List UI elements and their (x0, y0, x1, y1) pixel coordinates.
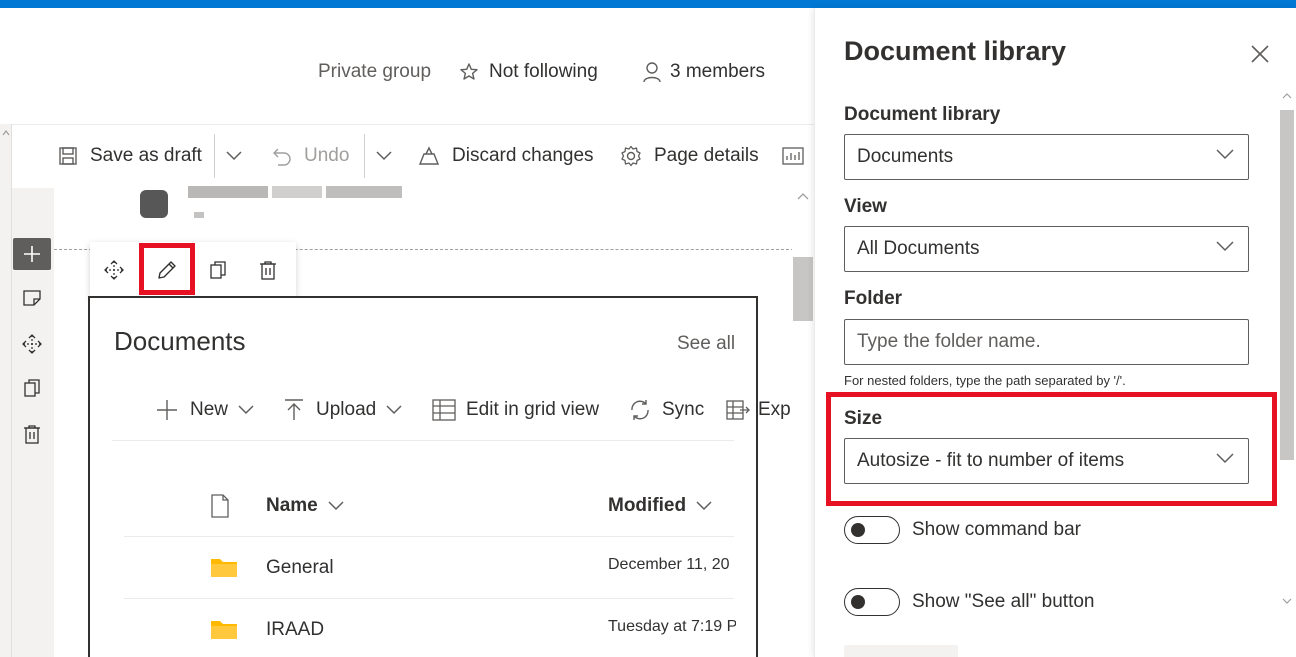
discard-icon (418, 146, 440, 166)
row-divider (124, 536, 734, 537)
group-privacy-label: Private group (318, 61, 432, 82)
view-dropdown[interactable]: All Documents (844, 226, 1249, 272)
duplicate-webpart-button[interactable] (204, 256, 232, 284)
toggle-switch[interactable] (844, 516, 900, 544)
name-column-header[interactable]: Name (266, 492, 344, 520)
table-row-name[interactable]: General (266, 557, 334, 579)
edit-grid-view-button[interactable]: Edit in grid view (432, 396, 599, 424)
close-pane-button[interactable] (1246, 40, 1274, 68)
new-button[interactable]: New (156, 396, 254, 424)
toolbar-divider (364, 134, 365, 178)
save-icon (58, 146, 78, 166)
person-icon (642, 61, 662, 83)
toolbar-divider (214, 134, 215, 178)
undo-button[interactable]: Undo (272, 142, 349, 170)
export-button[interactable]: Exp (726, 396, 792, 424)
file-icon (210, 494, 230, 518)
move-webpart-button[interactable] (100, 256, 128, 284)
trash-icon (23, 424, 41, 444)
library-field-label: Document library (844, 104, 1001, 125)
members-button[interactable]: 3 members (642, 58, 765, 86)
pane-title: Document library (844, 36, 1067, 66)
chevron-up-icon[interactable] (0, 130, 12, 144)
members-label: 3 members (670, 61, 766, 82)
upload-button[interactable]: Upload (284, 396, 402, 424)
command-bar-divider (112, 440, 734, 441)
webpart-title: Documents (114, 326, 246, 356)
author-byline (140, 182, 410, 222)
view-field-label: View (844, 196, 887, 217)
follow-button[interactable]: Not following (459, 58, 598, 86)
toggle-knob (851, 523, 865, 537)
add-section-button[interactable] (13, 238, 51, 270)
command-bar-toggle[interactable]: Show command bar (844, 514, 1081, 546)
suite-bar (0, 0, 1296, 8)
file-type-column-header[interactable] (210, 492, 230, 520)
canvas-scrollbar-thumb[interactable] (793, 257, 813, 321)
edit-section-icon (22, 288, 42, 308)
size-field-highlight (826, 392, 1277, 506)
undo-options-dropdown[interactable] (376, 142, 392, 170)
folder-input[interactable] (844, 319, 1249, 365)
move-icon (104, 260, 124, 280)
sync-icon (628, 399, 652, 421)
trash-icon (259, 260, 277, 280)
chevron-down-icon (1216, 241, 1234, 252)
plus-icon (156, 399, 178, 421)
delete-section-button[interactable] (18, 420, 46, 448)
see-all-toggle[interactable]: Show "See all" button (844, 586, 1095, 618)
star-icon (459, 62, 479, 82)
page-details-button[interactable]: Page details (620, 142, 759, 170)
delete-webpart-button[interactable] (254, 256, 282, 284)
table-row-name[interactable]: IRAAD (266, 619, 324, 641)
sync-button[interactable]: Sync (628, 396, 704, 424)
chevron-down-icon (376, 151, 392, 161)
discard-changes-button[interactable]: Discard changes (418, 142, 594, 170)
gear-icon (620, 145, 642, 167)
modified-column-header[interactable]: Modified (608, 492, 712, 520)
chevron-down-icon (696, 501, 712, 511)
copy-icon (209, 260, 227, 280)
pane-apply-button[interactable] (844, 645, 958, 657)
folder-icon (210, 556, 238, 578)
chevron-down-icon (328, 501, 344, 511)
edit-button-highlight (139, 243, 195, 295)
export-icon (726, 400, 750, 420)
toggle-knob (851, 595, 865, 609)
upload-icon (284, 399, 304, 421)
chevron-down-icon (226, 151, 242, 161)
folder-field-label: Folder (844, 288, 903, 309)
pane-scrollbar-thumb[interactable] (1280, 110, 1294, 460)
table-row-modified: Tuesday at 7:19 P (608, 618, 736, 635)
chevron-down-icon (386, 405, 402, 415)
analytics-icon[interactable] (782, 142, 804, 170)
see-all-link[interactable]: See all (677, 333, 735, 355)
save-options-dropdown[interactable] (226, 142, 242, 170)
save-draft-button[interactable]: Save as draft (58, 142, 202, 170)
duplicate-section-button[interactable] (18, 374, 46, 402)
folder-hint-text: For nested folders, type the path separa… (844, 373, 1126, 388)
chevron-up-icon[interactable] (795, 192, 811, 206)
folder-icon (210, 618, 238, 640)
move-icon (22, 334, 42, 354)
move-section-button[interactable] (18, 330, 46, 358)
chevron-down-icon (1216, 149, 1234, 160)
chevron-down-icon[interactable] (1280, 598, 1294, 610)
plus-icon (23, 245, 41, 263)
close-icon (1250, 44, 1270, 64)
follow-label: Not following (489, 61, 598, 82)
row-divider (124, 598, 734, 599)
canvas-left-rail (0, 124, 12, 657)
library-dropdown[interactable]: Documents (844, 134, 1249, 180)
chevron-down-icon (238, 405, 254, 415)
copy-icon (23, 378, 41, 398)
table-row-modified: December 11, 20 (608, 556, 730, 573)
edit-section-button[interactable] (18, 284, 46, 312)
undo-icon (272, 146, 292, 166)
grid-icon (432, 399, 456, 421)
chevron-up-icon[interactable] (1280, 92, 1294, 104)
toggle-switch[interactable] (844, 588, 900, 616)
